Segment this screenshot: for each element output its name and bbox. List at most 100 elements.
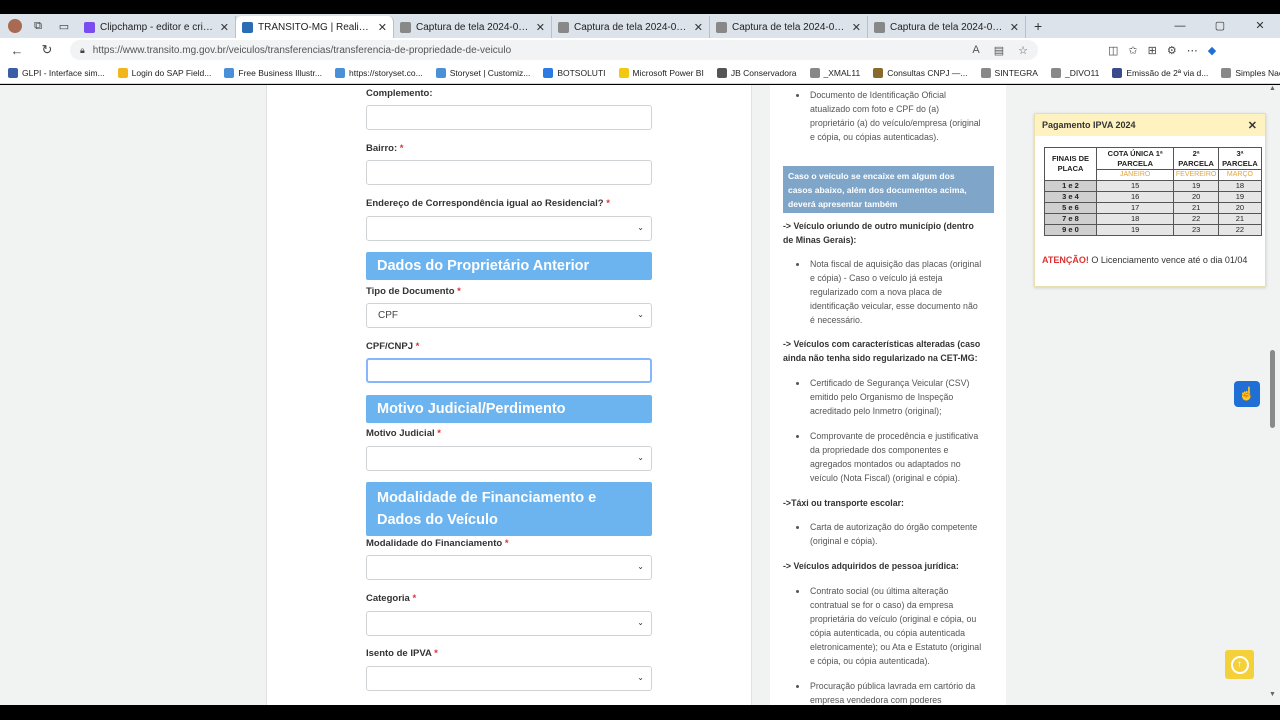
month-jan: JANEIRO — [1095, 169, 1175, 181]
reader-icon[interactable]: ▤ — [994, 44, 1004, 57]
ipva-table: FINAIS DE PLACA COTA ÚNICA 1ª PARCELA 2ª… — [1044, 147, 1263, 236]
bookmark-icon — [980, 67, 991, 78]
ipva-row: 7 e 8 18 22 21 — [1044, 213, 1263, 225]
copilot-icon[interactable]: ◆ — [1208, 44, 1216, 57]
header-2-parcela: 2ª PARCELA — [1173, 147, 1219, 170]
favorite-star-icon[interactable]: ☆ — [1018, 44, 1028, 57]
close-tab-icon[interactable]: ✕ — [1010, 21, 1019, 34]
tipo-documento-select[interactable]: CPF ⌄ — [366, 303, 652, 328]
bookmark-label: _DIVO11 — [1064, 67, 1100, 78]
back-icon[interactable]: ← — [4, 43, 30, 58]
close-icon[interactable]: ✕ — [1248, 119, 1257, 132]
chevron-down-icon: ⌄ — [637, 618, 644, 627]
modalidade-select[interactable]: ⌄ — [366, 555, 652, 580]
more-menu-icon[interactable]: ⋯ — [1187, 44, 1198, 57]
bairro-input[interactable] — [366, 160, 652, 185]
categoria-select[interactable]: ⌄ — [366, 611, 652, 636]
bookmark-item[interactable]: Emissão de 2ª via d... — [1112, 67, 1208, 78]
bookmark-icon — [809, 67, 820, 78]
ipva-popup-header: Pagamento IPVA 2024 ✕ — [1035, 114, 1265, 136]
close-window-icon[interactable]: ✕ — [1240, 14, 1280, 38]
close-tab-icon[interactable]: ✕ — [694, 21, 703, 34]
close-tab-icon[interactable]: ✕ — [852, 21, 861, 34]
cell-3p: 21 — [1217, 213, 1263, 225]
bookmark-item[interactable]: Login do SAP Field... — [117, 67, 212, 78]
minimize-icon[interactable]: — — [1160, 14, 1200, 38]
bookmark-item[interactable]: Microsoft Power BI — [618, 67, 704, 78]
bookmark-item[interactable]: _DIVO11 — [1050, 67, 1100, 78]
tab-actions-icon[interactable]: ▭ — [54, 16, 74, 36]
cell-3p: 18 — [1217, 180, 1263, 192]
close-tab-icon[interactable]: ✕ — [220, 21, 229, 34]
transfer-form: Complemento: Bairro: * Endereço de Corre… — [266, 85, 752, 705]
split-screen-icon[interactable]: ◫ — [1108, 44, 1118, 57]
scroll-down-icon[interactable]: ▼ — [1269, 691, 1276, 698]
refresh-icon[interactable]: ↻ — [34, 42, 60, 58]
bookmark-item[interactable]: GLPI - Interface sim... — [8, 67, 105, 78]
scrollbar-thumb[interactable] — [1270, 350, 1275, 428]
chevron-down-icon: ⌄ — [637, 673, 644, 682]
accessibility-hand-icon[interactable]: ☝ — [1234, 381, 1260, 407]
bookmark-item[interactable]: _XMAL11 — [809, 67, 861, 78]
bullet — [796, 94, 799, 97]
extensions-icon[interactable]: ⚙ — [1167, 44, 1177, 57]
bookmark-icon — [117, 67, 128, 78]
cell-2p: 21 — [1173, 202, 1219, 214]
collections-icon[interactable]: ⊞ — [1148, 44, 1157, 57]
isento-ipva-select[interactable]: ⌄ — [366, 666, 652, 691]
cell-cota: 15 — [1095, 180, 1175, 192]
tab-1[interactable]: TRÂNSITO-MG | Realizar Transfe ✕ — [236, 16, 394, 38]
workspaces-icon[interactable]: ⧉ — [28, 16, 48, 36]
scroll-up-icon[interactable]: ▲ — [1269, 85, 1276, 92]
read-aloud-icon[interactable]: A — [972, 44, 979, 57]
bookmark-item[interactable]: SINTEGRA — [980, 67, 1038, 78]
favorites-icon[interactable]: ✩ — [1128, 44, 1137, 57]
bookmark-item[interactable]: Storyset | Customiz... — [435, 67, 530, 78]
tab-4[interactable]: Captura de tela 2024-02-09 085 ✕ — [710, 16, 868, 38]
browser-window: ⧉ ▭ Clipchamp - editor e criador ✕ TRÂNSIT… — [0, 0, 1280, 720]
heading-caracteristicas: -> Veículos com características alterada… — [783, 339, 981, 363]
chevron-down-icon: ⌄ — [637, 453, 644, 462]
bookmark-label: Free Business Illustr... — [238, 67, 322, 78]
cell-2p: 20 — [1173, 191, 1219, 203]
maximize-icon[interactable]: ▢ — [1200, 14, 1240, 38]
endereco-select[interactable]: ⌄ — [366, 216, 652, 241]
bookmark-item[interactable]: Free Business Illustr... — [224, 67, 322, 78]
ipva-popup: Pagamento IPVA 2024 ✕ FINAIS DE PLACA COT… — [1034, 113, 1266, 287]
bookmark-label: BOTSOLUTI — [557, 67, 606, 78]
bookmark-label: Login do SAP Field... — [131, 67, 212, 78]
motivo-judicial-label: Motivo Judicial * — [366, 428, 441, 439]
tab-3[interactable]: Captura de tela 2024-02-09 085 ✕ — [552, 16, 710, 38]
cpf-cnpj-input[interactable] — [366, 358, 652, 383]
tab-5[interactable]: Captura de tela 2024-02-09 085 ✕ — [868, 16, 1026, 38]
contrato-social-text: Contrato social (ou última alteração cont… — [810, 586, 982, 666]
complemento-input[interactable] — [366, 105, 652, 130]
ipva-row: 5 e 6 17 21 20 — [1044, 202, 1263, 214]
bookmark-label: SINTEGRA — [994, 67, 1038, 78]
header-cota-unica: COTA ÚNICA 1ª PARCELA — [1095, 147, 1175, 170]
bookmark-item[interactable]: Simples Nacional — [1221, 67, 1280, 78]
close-tab-icon[interactable]: ✕ — [536, 21, 545, 34]
bullet — [796, 685, 799, 688]
url-field[interactable]: 🔒︎ https://www.transito.mg.gov.br/veicul… — [70, 40, 1038, 60]
section-proprietario-anterior: Dados do Proprietário Anterior — [366, 252, 652, 280]
chevron-down-icon: ⌄ — [637, 310, 644, 319]
bookmark-item[interactable]: Consultas CNPJ —... — [873, 67, 968, 78]
bullet — [796, 590, 799, 593]
close-tab-icon[interactable]: ✕ — [378, 21, 387, 34]
bookmark-item[interactable]: JB Conservadora — [716, 67, 797, 78]
bookmark-label: _XMAL11 — [823, 67, 861, 78]
new-tab-button[interactable]: + — [1034, 18, 1042, 34]
tab-favicon — [84, 21, 95, 33]
back-to-top-button[interactable]: ↑ — [1225, 650, 1254, 679]
motivo-judicial-select[interactable]: ⌄ — [366, 446, 652, 471]
ipva-attention: ATENÇÃO! O Licenciamento vence até o dia… — [1042, 255, 1248, 265]
tab-2[interactable]: Captura de tela 2024-02-09 085 ✕ — [394, 16, 552, 38]
scrollbar[interactable]: ▲ ▼ — [1268, 85, 1276, 705]
callout-box: Caso o veículo se encaixe em algum dos ca… — [783, 166, 994, 213]
bookmark-item[interactable]: BOTSOLUTI — [543, 67, 606, 78]
tipo-documento-label: Tipo de Documento * — [366, 286, 461, 297]
profile-avatar[interactable] — [8, 19, 22, 33]
bookmark-item[interactable]: https://storyset.co... — [335, 67, 423, 78]
tab-0[interactable]: Clipchamp - editor e criador ✕ — [78, 16, 236, 38]
